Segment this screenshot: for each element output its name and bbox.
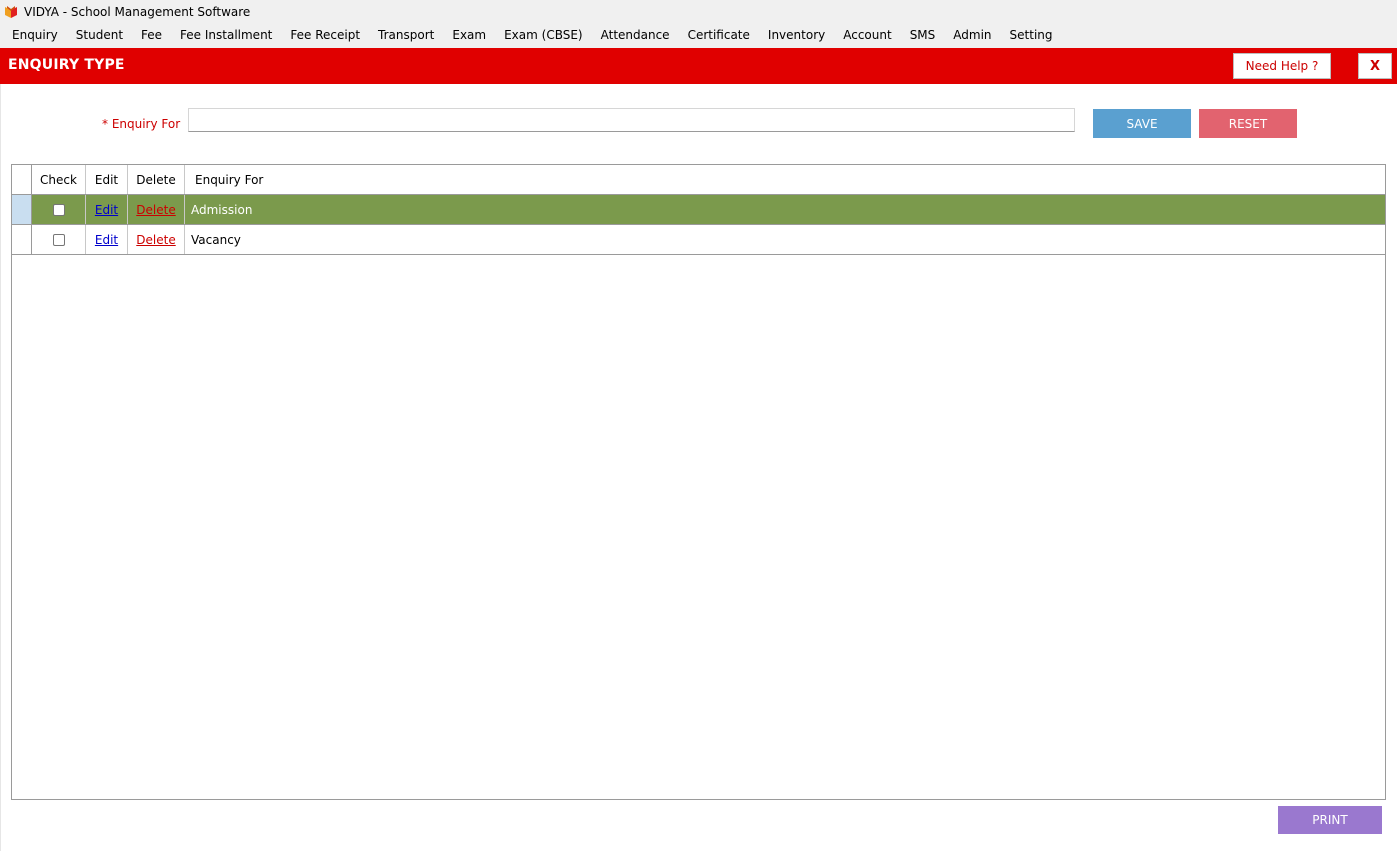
menu-student[interactable]: Student: [67, 23, 132, 48]
app-logo-icon: [5, 5, 17, 18]
enquiry-for-label: * Enquiry For: [102, 117, 181, 131]
enquiry-type-grid: Check Edit Delete Enquiry For Edit Delet…: [11, 164, 1386, 800]
menu-admin[interactable]: Admin: [944, 23, 1000, 48]
row-selector[interactable]: [12, 225, 32, 254]
print-button[interactable]: PRINT: [1278, 806, 1382, 834]
menu-certificate[interactable]: Certificate: [679, 23, 759, 48]
row-enquiry-for[interactable]: Admission: [185, 195, 1385, 224]
row-edit-cell: Edit: [86, 225, 128, 254]
row-header-corner: [12, 165, 32, 194]
menu-account[interactable]: Account: [834, 23, 900, 48]
menu-inventory[interactable]: Inventory: [759, 23, 834, 48]
need-help-button[interactable]: Need Help ?: [1233, 53, 1331, 79]
window-title: VIDYA - School Management Software: [24, 4, 251, 19]
menu-transport[interactable]: Transport: [369, 23, 443, 48]
menu-fee-receipt[interactable]: Fee Receipt: [281, 23, 369, 48]
row-selector[interactable]: [12, 195, 32, 224]
column-header-enquiry-for[interactable]: Enquiry For: [185, 165, 1385, 194]
column-header-check[interactable]: Check: [32, 165, 86, 194]
row-enquiry-for[interactable]: Vacancy: [185, 225, 1385, 254]
window-titlebar: VIDYA - School Management Software: [0, 0, 1397, 23]
row-checkbox[interactable]: [52, 203, 65, 216]
close-button[interactable]: X: [1358, 53, 1392, 79]
menu-exam-cbse[interactable]: Exam (CBSE): [495, 23, 592, 48]
enquiry-for-input[interactable]: [188, 108, 1075, 132]
row-delete-cell: Delete: [128, 225, 185, 254]
page-header: ENQUIRY TYPE Need Help ? X: [0, 48, 1397, 84]
menu-fee[interactable]: Fee: [132, 23, 171, 48]
delete-link[interactable]: Delete: [136, 203, 175, 217]
row-delete-cell: Delete: [128, 195, 185, 224]
save-button[interactable]: SAVE: [1093, 109, 1191, 138]
edit-link[interactable]: Edit: [95, 203, 118, 217]
page-title: ENQUIRY TYPE: [8, 57, 125, 73]
menu-fee-installment[interactable]: Fee Installment: [171, 23, 281, 48]
reset-button[interactable]: RESET: [1199, 109, 1297, 138]
column-header-delete[interactable]: Delete: [128, 165, 185, 194]
row-edit-cell: Edit: [86, 195, 128, 224]
menu-exam[interactable]: Exam: [443, 23, 495, 48]
row-check-cell: [32, 225, 86, 254]
edit-link[interactable]: Edit: [95, 233, 118, 247]
menu-sms[interactable]: SMS: [901, 23, 945, 48]
menu-setting[interactable]: Setting: [1001, 23, 1062, 48]
column-header-edit[interactable]: Edit: [86, 165, 128, 194]
grid-header-row: Check Edit Delete Enquiry For: [12, 165, 1385, 195]
menu-attendance[interactable]: Attendance: [592, 23, 679, 48]
table-row[interactable]: Edit Delete Vacancy: [12, 225, 1385, 255]
delete-link[interactable]: Delete: [136, 233, 175, 247]
row-check-cell: [32, 195, 86, 224]
menu-bar: Enquiry Student Fee Fee Installment Fee …: [0, 23, 1397, 48]
table-row[interactable]: Edit Delete Admission: [12, 195, 1385, 225]
menu-enquiry[interactable]: Enquiry: [0, 23, 67, 48]
row-checkbox[interactable]: [52, 233, 65, 246]
